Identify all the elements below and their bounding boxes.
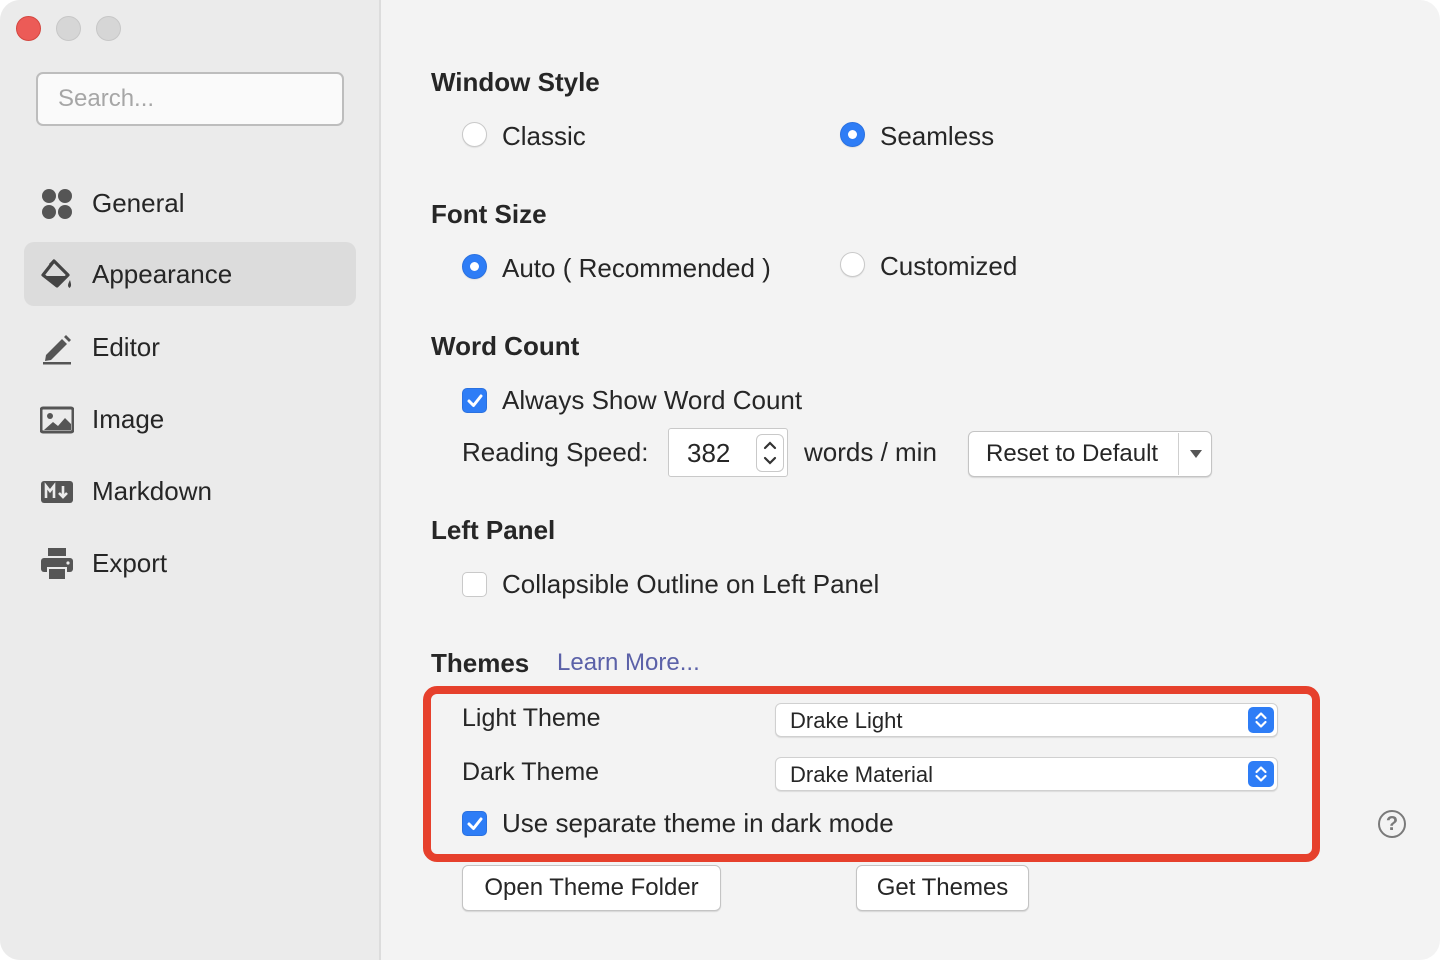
reading-speed-label: Reading Speed: [462,437,649,467]
word-count-heading: Word Count [431,331,580,361]
customized-font-size-radio[interactable] [840,252,865,277]
close-window-button[interactable] [16,16,41,41]
seamless-label: Seamless [880,121,995,151]
checkmark-icon [467,394,483,407]
classic-radio[interactable] [462,122,487,147]
collapsible-outline-label: Collapsible Outline on Left Panel [502,569,880,599]
open-theme-folder-label: Open Theme Folder [484,874,699,901]
zoom-window-button[interactable] [96,16,121,41]
stepper-arrows-icon [763,441,777,465]
window-style-heading: Window Style [431,67,600,97]
always-show-word-count-checkbox[interactable] [462,388,487,413]
annotation-highlight-box [423,686,1320,862]
appearance-panel: Window Style Classic Seamless Font Size … [383,0,1440,960]
sidebar-item-editor[interactable]: Editor [24,315,356,379]
reset-to-default-button[interactable]: Reset to Default [968,431,1212,477]
sidebar-item-label: Markdown [92,475,212,506]
pencil-icon [43,335,71,365]
collapsible-outline-checkbox[interactable] [462,572,487,597]
reset-button-divider [1178,433,1179,475]
reading-speed-value: 382 [687,438,731,468]
get-themes-button[interactable]: Get Themes [856,865,1029,911]
sidebar-item-label: General [92,187,185,218]
search-input[interactable] [36,72,344,126]
auto-font-size-radio[interactable] [462,254,487,279]
themes-heading: Themes [431,648,530,678]
help-icon[interactable]: ? [1378,810,1406,838]
minimize-window-button[interactable] [56,16,81,41]
sidebar-item-export[interactable]: Export [24,531,356,595]
image-icon [40,406,74,434]
sidebar-item-label: Export [92,547,168,578]
sidebar: General Appearance Editor [0,0,381,960]
font-size-heading: Font Size [431,199,547,229]
seamless-radio[interactable] [840,122,865,147]
get-themes-label: Get Themes [876,874,1009,901]
printer-icon [41,548,73,581]
classic-label: Classic [502,121,586,151]
reading-speed-stepper[interactable] [756,434,784,472]
sidebar-item-markdown[interactable]: Markdown [24,459,356,523]
sidebar-item-image[interactable]: Image [24,387,356,451]
reset-to-default-label: Reset to Default [986,440,1159,467]
open-theme-folder-button[interactable]: Open Theme Folder [462,865,721,911]
chevron-down-icon[interactable] [1186,440,1206,468]
learn-more-link[interactable]: Learn More... [557,649,700,677]
sidebar-item-general[interactable]: General [24,171,356,235]
preferences-window: General Appearance Editor [0,0,1440,960]
sidebar-item-label: Appearance [92,258,233,289]
sidebar-item-appearance[interactable]: Appearance [24,242,356,306]
general-icon [42,189,72,219]
sidebar-item-label: Editor [92,331,160,362]
customized-font-size-label: Customized [880,251,1018,281]
left-panel-heading: Left Panel [431,515,556,545]
words-per-min-label: words / min [804,437,937,467]
auto-font-size-label: Auto ( Recommended ) [502,253,771,283]
always-show-word-count-label: Always Show Word Count [502,385,803,415]
markdown-icon [41,481,73,503]
paint-bucket-icon [41,259,72,288]
sidebar-item-label: Image [92,403,165,434]
